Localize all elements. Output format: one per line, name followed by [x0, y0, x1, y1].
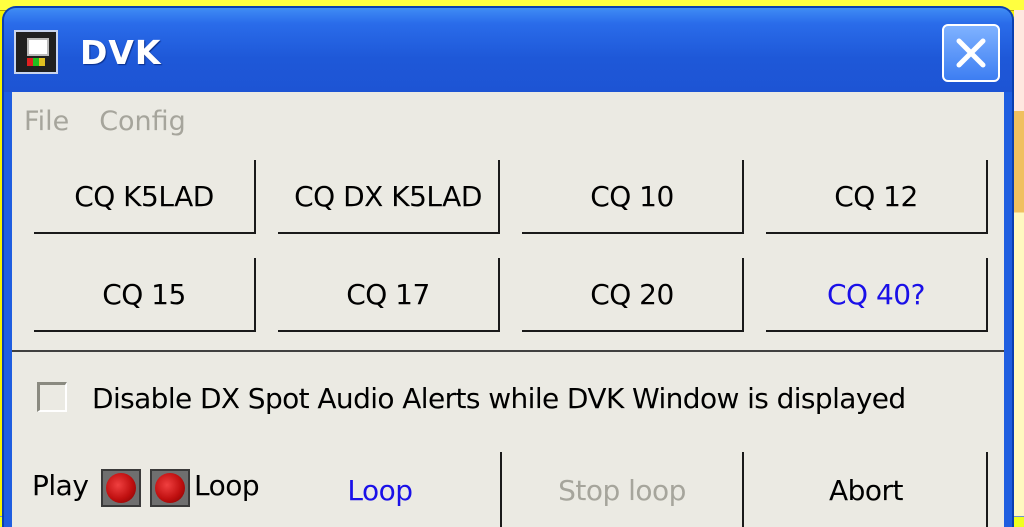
loop-indicator-label: Loop — [194, 469, 260, 502]
close-icon — [956, 38, 986, 68]
cq-k5lad-button[interactable]: CQ K5LAD — [34, 160, 256, 234]
cq-40-button[interactable]: CQ 40? — [766, 258, 988, 332]
window-title: DVK — [80, 33, 162, 72]
menu-config[interactable]: Config — [99, 106, 186, 137]
cq-20-button[interactable]: CQ 20 — [522, 258, 744, 332]
play-indicator-icon — [101, 469, 141, 507]
loop-button[interactable]: Loop — [260, 452, 502, 527]
cq-10-button[interactable]: CQ 10 — [522, 160, 744, 234]
app-icon — [14, 30, 58, 74]
cq-dx-k5lad-button[interactable]: CQ DX K5LAD — [278, 160, 500, 234]
menu-file[interactable]: File — [24, 106, 69, 137]
separator — [12, 350, 1004, 352]
client-area: File Config CQ K5LAD CQ DX K5LAD CQ 10 C… — [12, 92, 1004, 527]
stop-loop-button[interactable]: Stop loop — [502, 452, 744, 527]
dvk-window: DVK File Config CQ K5LAD CQ DX K5LAD CQ … — [2, 6, 1014, 527]
disable-alerts-label[interactable]: Disable DX Spot Audio Alerts while DVK W… — [92, 382, 906, 415]
loop-indicator-icon — [150, 469, 190, 507]
disable-alerts-checkbox[interactable] — [37, 382, 67, 412]
background-right-strip — [1014, 10, 1024, 516]
title-bar[interactable]: DVK — [4, 8, 1012, 92]
close-button[interactable] — [942, 24, 1000, 82]
cq-12-button[interactable]: CQ 12 — [766, 160, 988, 234]
menu-bar: File Config — [24, 106, 186, 137]
play-label: Play — [32, 469, 89, 502]
cq-15-button[interactable]: CQ 15 — [34, 258, 256, 332]
cq-17-button[interactable]: CQ 17 — [278, 258, 500, 332]
abort-button[interactable]: Abort — [746, 452, 988, 527]
